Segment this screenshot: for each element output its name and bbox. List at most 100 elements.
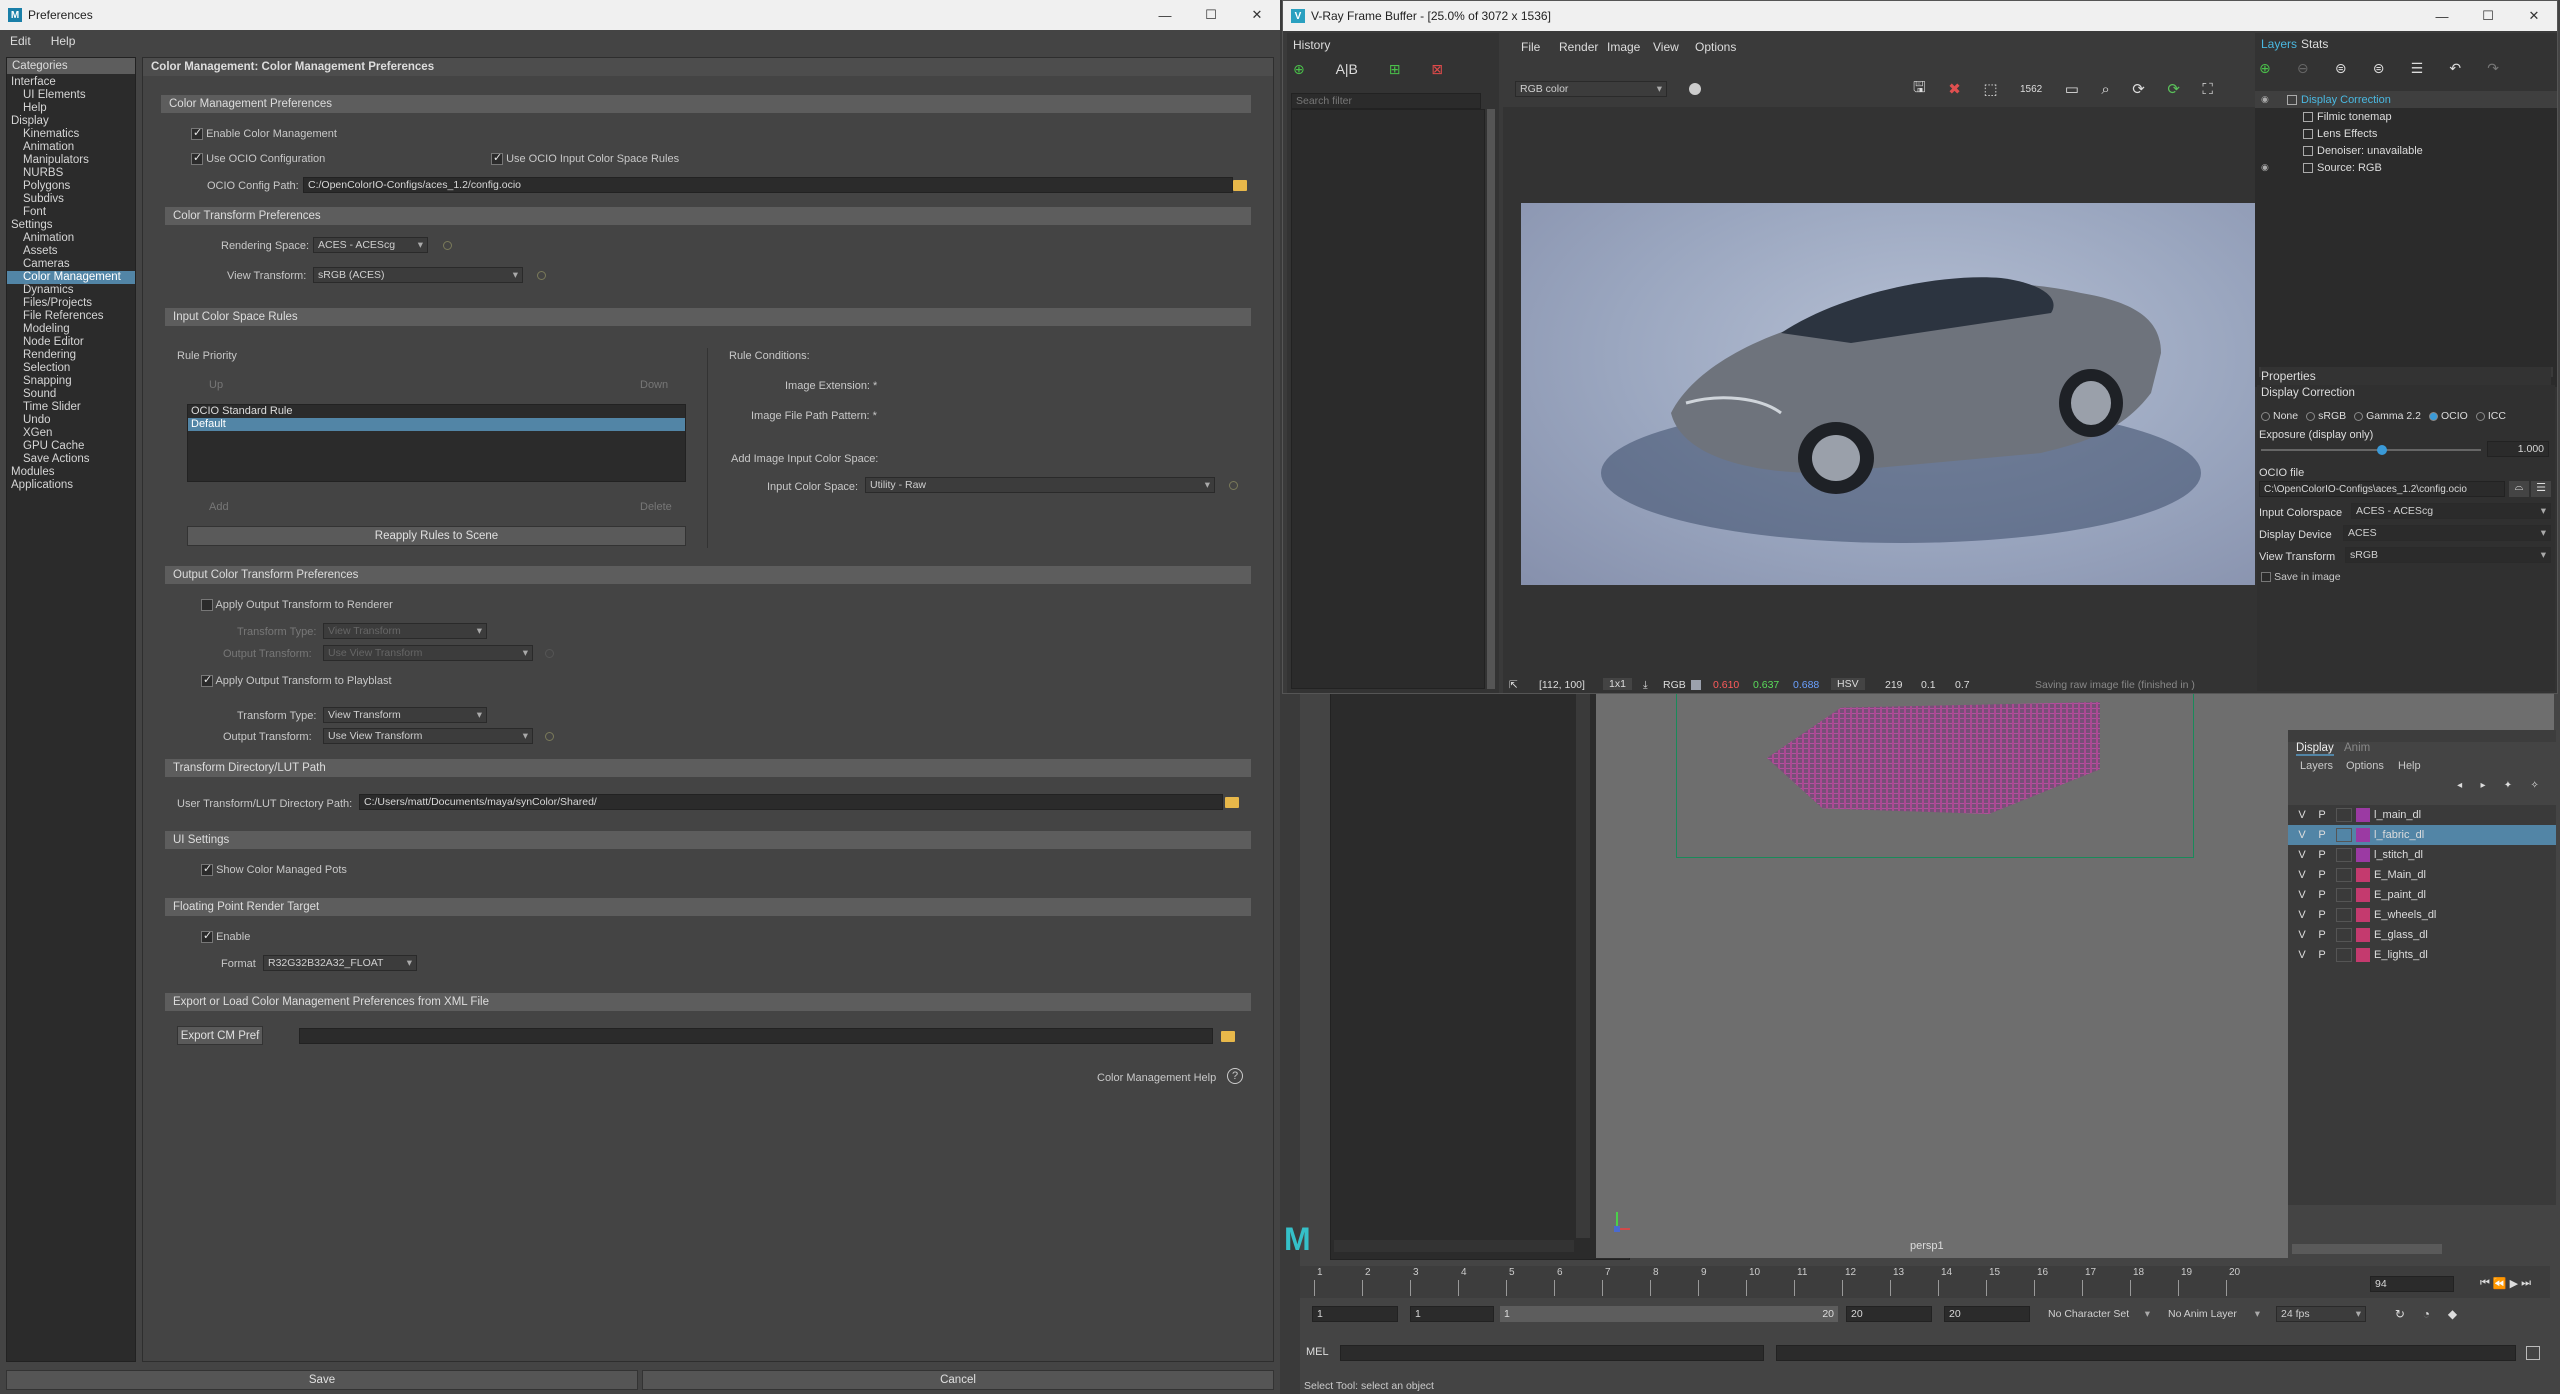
category-item[interactable]: Font [7,206,135,219]
current-frame-field[interactable]: 94 [2370,1276,2454,1292]
layer-playback-toggle[interactable]: P [2312,909,2332,921]
category-item[interactable]: File References [7,310,135,323]
history-save-icon[interactable]: ⊕ [1293,61,1305,78]
enable-cm-checkbox[interactable] [191,126,203,141]
save-button[interactable]: Save [6,1370,638,1390]
minimize-button[interactable]: — [1142,0,1188,30]
time-slider[interactable]: 1 2 3 4 5 6 7 8 9 10 11 12 13 14 15 16 17 18 19 20 94 ⏮ ⏪ ▶ ⏭ [1300,1266,2550,1298]
redo-icon[interactable]: ↷ [2487,60,2499,77]
category-item[interactable]: Selection [7,362,135,375]
outliner-scrollbar[interactable] [1576,690,1590,1238]
category-item[interactable]: NURBS [7,167,135,180]
section-input-color-space-rules[interactable]: Input Color Space Rules [165,308,1251,326]
vfb-view-transform-combo[interactable]: sRGB [2345,547,2551,563]
input-cs-combo[interactable]: Utility - Raw [865,477,1215,493]
playblast-output-transform-combo[interactable]: Use View Transform [323,728,533,744]
go-start-icon[interactable]: ⏮ [2480,1277,2493,1290]
character-set-combo[interactable]: No Character Set [2044,1306,2154,1322]
tab-layers[interactable]: Layers [2261,37,2297,51]
range-start2-field[interactable]: 1 [1410,1306,1494,1322]
maximize-button[interactable]: ☐ [1188,0,1234,30]
layer-color-swatch[interactable] [2356,828,2370,842]
layer-reference-toggle[interactable] [2336,808,2352,822]
range-start-field[interactable]: 1 [1312,1306,1398,1322]
section-floating-point[interactable]: Floating Point Render Target [165,898,1251,916]
vfb-close-button[interactable]: ✕ [2511,1,2557,31]
go-end-icon[interactable]: ⏭ [2521,1277,2534,1290]
display-layer-row[interactable]: V Pl_main_dl [2288,805,2556,825]
category-item[interactable]: Display [7,115,135,128]
category-item[interactable]: Snapping [7,375,135,388]
ocio-browse-icon[interactable]: ⌓ [2509,481,2529,497]
vfb-input-cs-combo[interactable]: ACES - ACEScg [2351,503,2551,519]
category-item[interactable]: Node Editor [7,336,135,349]
history-ab-icon[interactable]: A|B [1336,61,1358,77]
category-item[interactable]: Kinematics [7,128,135,141]
show-pots-checkbox[interactable] [201,862,213,877]
layer-reference-toggle[interactable] [2336,908,2352,922]
category-item[interactable]: XGen [7,427,135,440]
layer-playback-toggle[interactable]: P [2312,889,2332,901]
layer-color-swatch[interactable] [2356,888,2370,902]
rule-down-button[interactable]: Down [640,379,668,391]
close-button[interactable]: ✕ [1234,0,1280,30]
category-item[interactable]: Files/Projects [7,297,135,310]
layer-playback-toggle[interactable]: P [2312,849,2332,861]
undo-icon[interactable]: ↶ [2449,60,2461,77]
category-item[interactable]: Rendering [7,349,135,362]
cancel-button[interactable]: Cancel [642,1370,1274,1390]
category-item[interactable]: Color Management [7,271,135,284]
rules-list[interactable]: OCIO Standard Rule Default [187,404,686,482]
layer-playback-toggle[interactable]: P [2312,929,2332,941]
xml-path-field[interactable] [299,1028,1213,1044]
layer-color-swatch[interactable] [2356,908,2370,922]
section-ui-settings[interactable]: UI Settings [165,831,1251,849]
layer-playback-toggle[interactable]: P [2312,869,2332,881]
vfb-menu-image[interactable]: Image [1607,40,1640,54]
color-swatch-icon[interactable] [1689,83,1701,95]
mel-label[interactable]: MEL [1306,1346,1329,1358]
keyframe-icon[interactable]: ◆ [2448,1307,2457,1321]
layer-list-icon[interactable]: ☰ [2411,60,2424,77]
save-preset-icon[interactable]: ⊜ [2335,60,2347,77]
rule-item-default[interactable]: Default [188,418,685,431]
layer-menu-help[interactable]: Help [2398,760,2421,772]
display-correction-radio[interactable]: None [2261,409,2298,423]
vfb-menu-render[interactable]: Render [1559,40,1598,54]
reapply-rules-button[interactable]: Reapply Rules to Scene [187,526,686,546]
use-ocio-rules-checkbox[interactable] [491,151,503,166]
xml-folder-icon[interactable] [1221,1031,1235,1042]
layer-reference-toggle[interactable] [2336,928,2352,942]
layer-visibility-toggle[interactable]: V [2292,809,2312,821]
pick-color-icon[interactable]: ⤓ [1643,679,1648,692]
category-item[interactable]: Help [7,102,135,115]
history-search-input[interactable]: Search filter [1291,93,1481,109]
pick-icon[interactable]: ⇱ [1509,679,1518,691]
loop-icon[interactable]: ↻ [2395,1307,2405,1321]
exposure-field[interactable]: 1.000 [2487,441,2549,457]
renderer-transform-type-combo[interactable]: View Transform [323,623,487,639]
category-item[interactable]: Settings [7,219,135,232]
layer-visibility-toggle[interactable]: V [2292,849,2312,861]
category-item[interactable]: Animation [7,232,135,245]
vfb-layer-item[interactable]: ◉ Display Correction [2255,91,2557,108]
rule-delete-button[interactable]: Delete [640,501,672,513]
cm-help-link[interactable]: Color Management Help [1097,1072,1216,1084]
display-layer-row[interactable]: V P E_Main_dl [2288,865,2556,885]
vfb-maximize-button[interactable]: ☐ [2465,1,2511,31]
render-icon[interactable]: ⟳ [2132,80,2145,98]
section-lut-path[interactable]: Transform Directory/LUT Path [165,759,1251,777]
new-layer-icon[interactable]: ✦ [2504,780,2512,791]
display-correction-radio[interactable]: Gamma 2.2 [2354,409,2421,423]
help-icon[interactable]: ? [1227,1068,1243,1084]
fps-combo[interactable]: 24 fps [2276,1306,2366,1322]
render-green-icon[interactable]: ⟳ [2167,80,2180,98]
history-load-icon[interactable]: ⊞ [1389,61,1401,78]
move-layer-down-icon[interactable]: ▸ [2480,780,2485,791]
lut-path-field[interactable]: C:/Users/matt/Documents/maya/synColor/Sh… [359,794,1223,810]
delete-layer-icon[interactable]: ⊖ [2297,60,2309,77]
layer-visibility-toggle[interactable]: V [2292,929,2312,941]
vfb-menu-view[interactable]: View [1653,40,1679,54]
create-layer-icon[interactable]: ⊕ [2259,60,2271,77]
history-scrollbar[interactable] [1487,109,1495,689]
